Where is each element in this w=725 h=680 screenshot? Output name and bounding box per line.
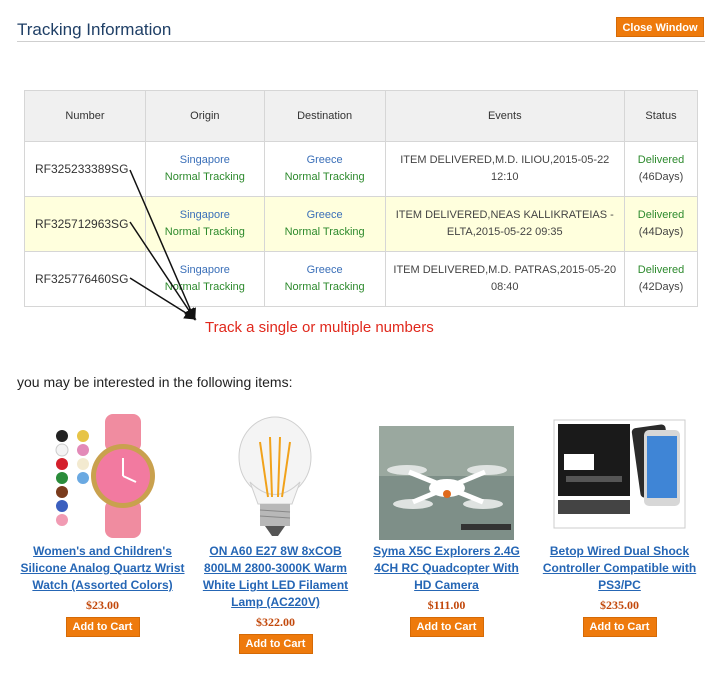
- event-cell: ITEM DELIVERED,M.D. PATRAS,2015-05-20 08…: [384, 251, 626, 307]
- table-row: RF325233389SG Singapore Normal Tracking …: [24, 141, 698, 197]
- transit-days: (42Days): [638, 281, 684, 293]
- event-cell: ITEM DELIVERED,NEAS KALLIKRATEIAS - ELTA…: [384, 196, 626, 252]
- product-image-watch[interactable]: [35, 412, 170, 540]
- destination-tracking-type: Normal Tracking: [284, 281, 365, 293]
- tracking-number: RF325712963SG: [24, 196, 146, 252]
- status-cell: Delivered (44Days): [624, 196, 698, 252]
- destination-tracking-type: Normal Tracking: [284, 226, 365, 238]
- tracking-number: RF325233389SG: [24, 141, 146, 197]
- add-to-cart-button[interactable]: Add to Cart: [238, 634, 313, 654]
- product-price: $235.00: [600, 598, 639, 612]
- status-cell: Delivered (42Days): [624, 251, 698, 307]
- origin-link[interactable]: Singapore: [150, 152, 260, 169]
- page-title: Tracking Information: [17, 20, 172, 39]
- status-cell: Delivered (46Days): [624, 141, 698, 197]
- product-image-bulb[interactable]: [208, 412, 343, 540]
- product-image-drone[interactable]: [379, 412, 514, 540]
- origin-tracking-type: Normal Tracking: [164, 171, 245, 183]
- status-label: Delivered: [637, 209, 685, 221]
- product-price: $111.00: [427, 598, 466, 612]
- origin-link[interactable]: Singapore: [150, 262, 260, 279]
- origin-cell: Singapore Normal Tracking: [144, 251, 265, 307]
- column-header-destination: Destination: [263, 90, 386, 142]
- product-price: $23.00: [86, 598, 119, 612]
- close-window-button[interactable]: Close Window: [616, 17, 704, 37]
- origin-link[interactable]: Singapore: [150, 207, 260, 224]
- product-card: Syma X5C Explorers 2.4G 4CH RC Quadcopte…: [364, 412, 529, 637]
- destination-tracking-type: Normal Tracking: [284, 171, 365, 183]
- destination-link[interactable]: Greece: [269, 152, 381, 169]
- origin-tracking-type: Normal Tracking: [164, 226, 245, 238]
- event-cell: ITEM DELIVERED,M.D. ILIOU,2015-05-22 12:…: [384, 141, 626, 197]
- product-name-link[interactable]: Betop Wired Dual Shock Controller Compat…: [537, 543, 702, 594]
- origin-cell: Singapore Normal Tracking: [144, 141, 265, 197]
- title-divider: [17, 41, 705, 42]
- column-header-origin: Origin: [144, 90, 265, 142]
- product-name-link[interactable]: Women's and Children's Silicone Analog Q…: [20, 543, 185, 594]
- table-header-row: Number Origin Destination Events Status: [24, 90, 698, 142]
- product-card: ON A60 E27 8W 8xCOB 800LM 2800-3000K War…: [193, 412, 358, 654]
- table-row: RF325776460SG Singapore Normal Tracking …: [24, 251, 698, 307]
- add-to-cart-button[interactable]: Add to Cart: [582, 617, 657, 637]
- annotation-callout: Track a single or multiple numbers: [205, 319, 434, 336]
- status-label: Delivered: [637, 264, 685, 276]
- recommendations-heading: you may be interested in the following i…: [17, 374, 293, 390]
- destination-cell: Greece Normal Tracking: [263, 141, 386, 197]
- column-header-number: Number: [24, 90, 146, 142]
- transit-days: (46Days): [638, 171, 684, 183]
- destination-link[interactable]: Greece: [269, 262, 381, 279]
- table-row: RF325712963SG Singapore Normal Tracking …: [24, 196, 698, 252]
- column-header-events: Events: [384, 90, 626, 142]
- add-to-cart-button[interactable]: Add to Cart: [409, 617, 484, 637]
- transit-days: (44Days): [638, 226, 684, 238]
- tracking-number: RF325776460SG: [24, 251, 146, 307]
- product-name-link[interactable]: ON A60 E27 8W 8xCOB 800LM 2800-3000K War…: [193, 543, 358, 611]
- add-to-cart-button[interactable]: Add to Cart: [65, 617, 140, 637]
- status-label: Delivered: [637, 154, 685, 166]
- product-image-phone[interactable]: [552, 412, 687, 540]
- product-card: Women's and Children's Silicone Analog Q…: [20, 412, 185, 637]
- origin-cell: Singapore Normal Tracking: [144, 196, 265, 252]
- destination-cell: Greece Normal Tracking: [263, 251, 386, 307]
- product-price: $322.00: [256, 615, 295, 629]
- tracking-table: Number Origin Destination Events Status …: [24, 90, 698, 307]
- column-header-status: Status: [624, 90, 698, 142]
- destination-cell: Greece Normal Tracking: [263, 196, 386, 252]
- destination-link[interactable]: Greece: [269, 207, 381, 224]
- product-card: Betop Wired Dual Shock Controller Compat…: [537, 412, 702, 637]
- origin-tracking-type: Normal Tracking: [164, 281, 245, 293]
- product-name-link[interactable]: Syma X5C Explorers 2.4G 4CH RC Quadcopte…: [364, 543, 529, 594]
